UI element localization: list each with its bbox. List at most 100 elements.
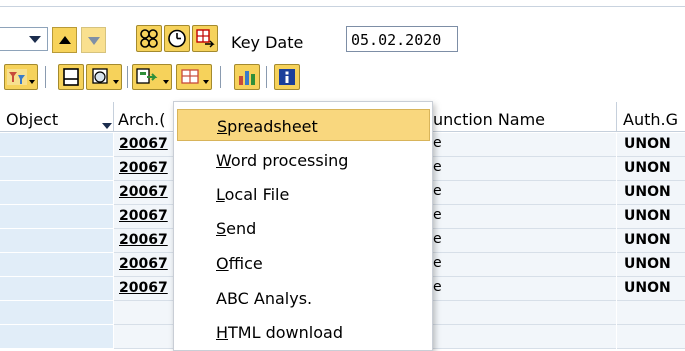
export-icon: [136, 68, 158, 84]
column-header-arch[interactable]: Arch.(: [118, 102, 174, 132]
filter-dropdown-icon: [29, 80, 35, 84]
function-name-cell: e: [430, 253, 616, 277]
archive-cell[interactable]: [114, 301, 174, 325]
column-header-function-name[interactable]: unction Name: [433, 102, 613, 132]
key-date-field[interactable]: 05.02.2020: [346, 26, 458, 52]
info-icon: [279, 69, 295, 85]
archive-link[interactable]: 20067: [114, 277, 174, 301]
menu-item-mnemonic: S: [216, 219, 227, 238]
menu-item-mnemonic: W: [216, 151, 231, 170]
auth-group-cell: UNON: [617, 229, 685, 253]
menu-item-label: ocal File: [224, 185, 290, 204]
page-down-button[interactable]: [81, 27, 106, 53]
chart-button[interactable]: [234, 64, 260, 90]
auth-group-cell: [617, 301, 685, 325]
object-cell[interactable]: [0, 301, 113, 325]
column-sort-icon[interactable]: [102, 123, 112, 129]
menu-item-label: ABC Analys.: [216, 289, 313, 308]
auth-group-cell: UNON: [617, 253, 685, 277]
auth-group-cell: UNON: [617, 277, 685, 301]
page-down-icon: [88, 37, 100, 45]
toolbar-separator: [266, 66, 267, 88]
archive-link[interactable]: 20067: [114, 181, 174, 205]
clock-button[interactable]: [164, 25, 190, 52]
toolbar-separator: [127, 66, 128, 88]
layout-icon: [181, 69, 199, 84]
menu-item-send[interactable]: Send: [177, 212, 430, 244]
function-name-cell: e: [430, 133, 616, 157]
print-icon: [196, 29, 215, 48]
column-divider[interactable]: [616, 102, 617, 132]
archive-link[interactable]: 20067: [114, 229, 174, 253]
views-dropdown-icon: [113, 80, 119, 84]
auth-group-cell: UNON: [617, 157, 685, 181]
export-menu: Spreadsheet Word processing Local File S…: [173, 101, 433, 351]
dropdown-arrow-icon[interactable]: [29, 36, 41, 43]
print-preview-button[interactable]: [58, 64, 84, 90]
object-cell[interactable]: [0, 205, 113, 229]
function-name-cell: e: [430, 181, 616, 205]
menu-item-local-file[interactable]: Local File: [177, 178, 430, 210]
object-cell[interactable]: [0, 253, 113, 277]
print-preview-icon: [63, 68, 79, 86]
object-cell[interactable]: [0, 325, 113, 349]
function-name-cell: e: [430, 277, 616, 301]
archive-link[interactable]: 20067: [114, 133, 174, 157]
views-button[interactable]: [86, 64, 122, 90]
layout-dropdown-icon: [203, 80, 209, 84]
function-name-cell: [430, 301, 616, 325]
menu-item-label: end: [226, 219, 257, 238]
archive-cell[interactable]: [114, 325, 174, 349]
filter-button[interactable]: [4, 64, 38, 90]
archive-link[interactable]: 20067: [114, 205, 174, 229]
glasses-button[interactable]: [136, 25, 162, 52]
toolbar-separator: [45, 66, 46, 88]
column-header-auth-group[interactable]: Auth.G: [623, 102, 685, 132]
page-up-button[interactable]: [52, 27, 77, 53]
menu-item-office[interactable]: Office: [177, 247, 430, 279]
menu-item-spreadsheet[interactable]: Spreadsheet: [177, 109, 430, 141]
auth-group-cell: UNON: [617, 181, 685, 205]
menu-item-label: preadsheet: [227, 117, 318, 136]
archive-link[interactable]: 20067: [114, 253, 174, 277]
menu-item-mnemonic: O: [216, 254, 229, 273]
window-divider: [0, 6, 685, 7]
filter-icon: [7, 69, 27, 85]
menu-item-mnemonic: H: [216, 323, 229, 342]
object-cell[interactable]: [0, 277, 113, 301]
column-header-object[interactable]: Object: [6, 102, 106, 132]
info-button[interactable]: [274, 64, 300, 90]
archive-link[interactable]: 20067: [114, 157, 174, 181]
print-button[interactable]: [192, 25, 218, 52]
column-divider[interactable]: [113, 102, 114, 132]
function-name-cell: e: [430, 205, 616, 229]
layout-button[interactable]: [176, 64, 212, 90]
toolbar-separator: [220, 66, 221, 88]
page-up-icon: [59, 36, 71, 44]
menu-item-label: ord processing: [230, 151, 349, 170]
auth-group-cell: UNON: [617, 133, 685, 157]
function-name-cell: [430, 325, 616, 349]
views-icon: [92, 68, 108, 84]
menu-item-html-download[interactable]: HTML download: [177, 316, 430, 348]
export-dropdown-icon: [163, 80, 169, 84]
object-cell[interactable]: [0, 133, 113, 157]
auth-group-cell: [617, 325, 685, 349]
clock-icon: [168, 29, 186, 48]
object-cell[interactable]: [0, 157, 113, 181]
key-date-label: Key Date: [231, 33, 304, 52]
menu-item-word-processing[interactable]: Word processing: [177, 144, 430, 176]
object-cell[interactable]: [0, 229, 113, 253]
menu-item-label: ffice: [228, 254, 263, 273]
auth-group-cell: UNON: [617, 205, 685, 229]
menu-item-label: TML download: [228, 323, 343, 342]
function-name-cell: e: [430, 229, 616, 253]
chart-icon: [239, 71, 255, 85]
menu-item-mnemonic: L: [216, 185, 225, 204]
export-button[interactable]: [132, 64, 172, 90]
function-name-cell: e: [430, 157, 616, 181]
menu-item-abc-analysis[interactable]: ABC Analys.: [177, 282, 430, 314]
glasses-icon: [140, 29, 158, 48]
object-cell[interactable]: [0, 181, 113, 205]
menu-item-mnemonic: S: [217, 117, 228, 136]
